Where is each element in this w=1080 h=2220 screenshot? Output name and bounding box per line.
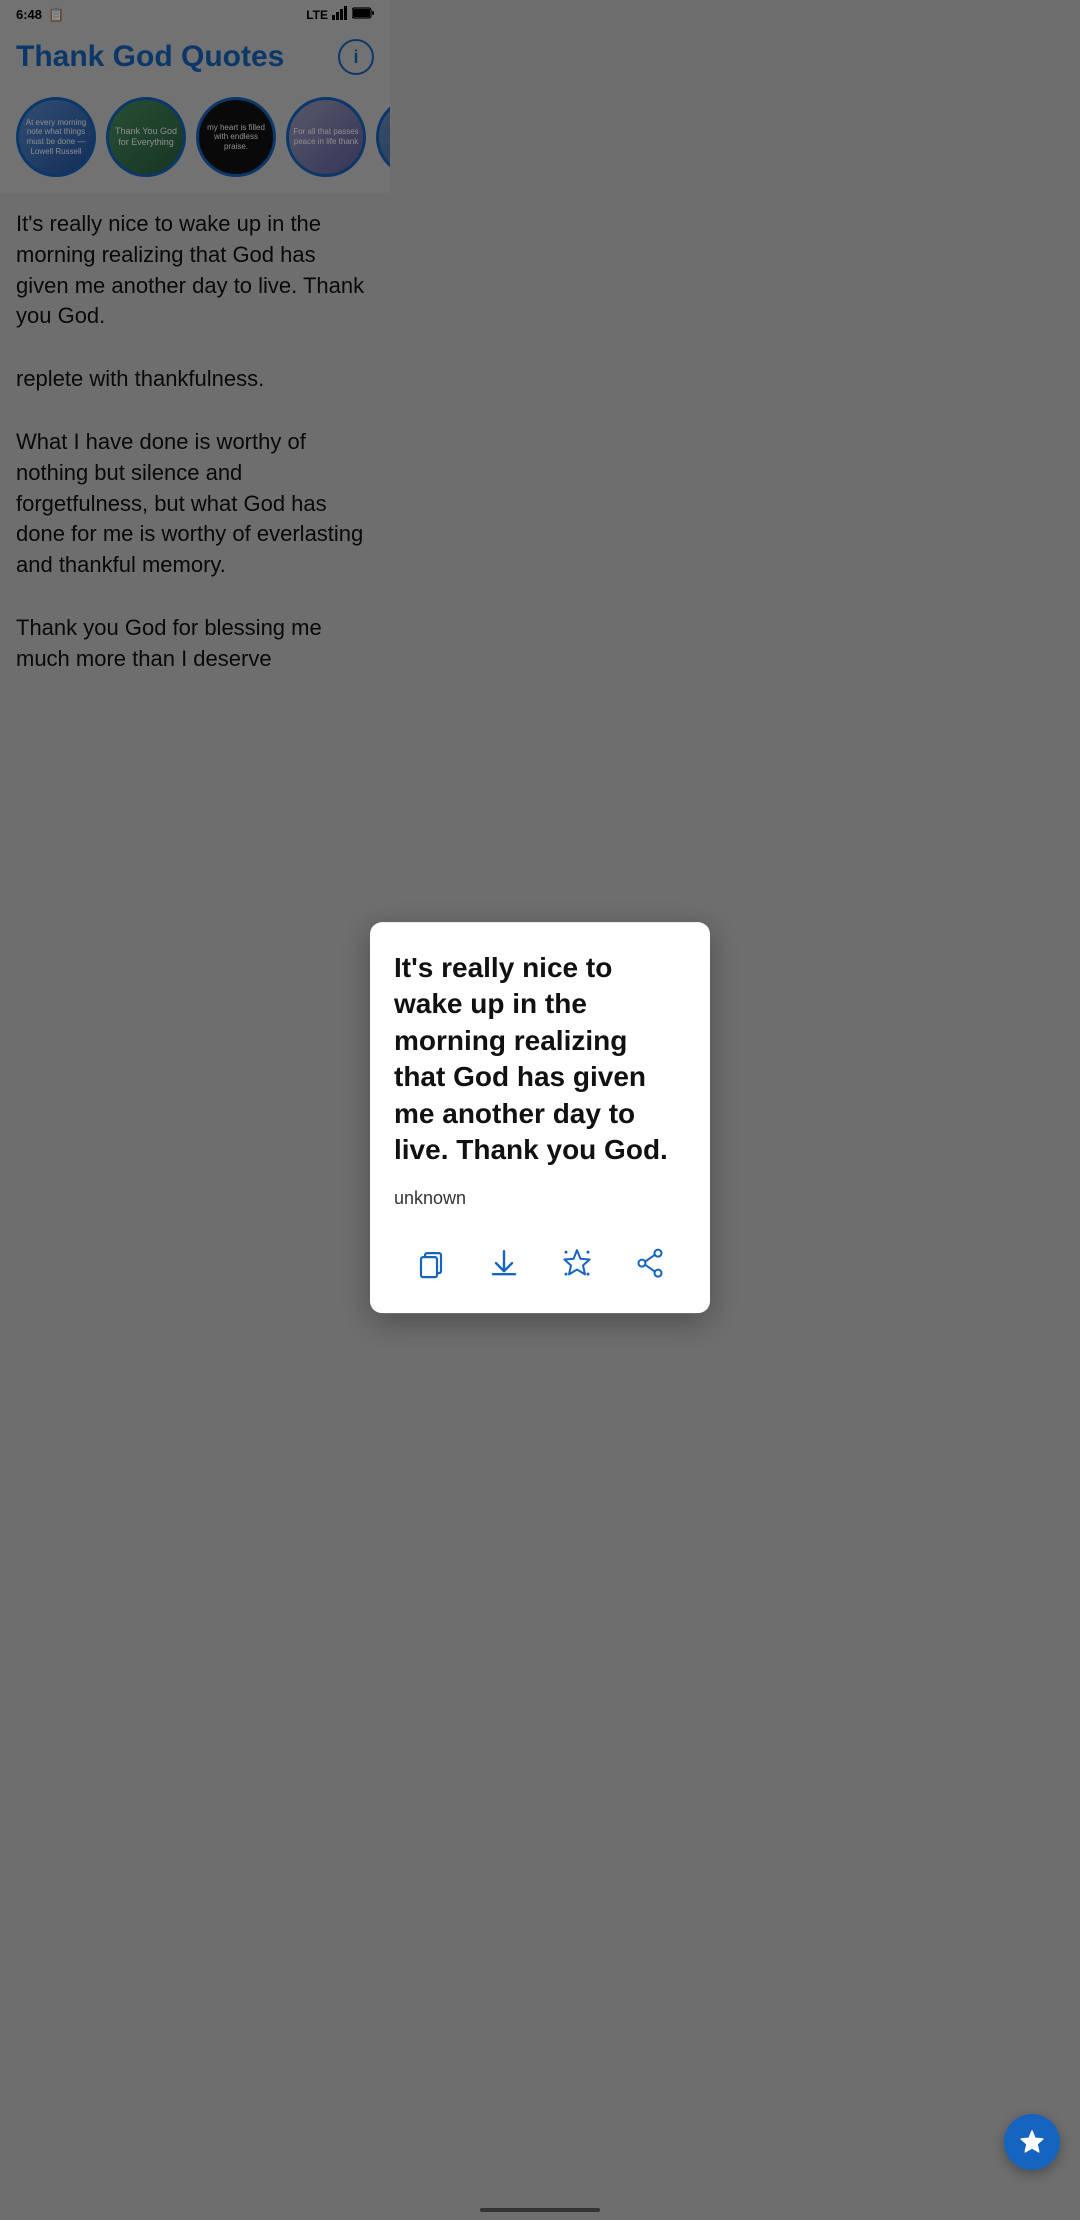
copy-icon [415,1247,447,1279]
fab-star-icon [1018,2128,1046,2156]
quote-popup: It's really nice to wake up in the morni… [370,922,710,1313]
popup-action-bar [394,1237,686,1289]
bottom-nav-indicator [480,2208,600,2212]
popup-quote-text: It's really nice to wake up in the morni… [394,950,686,1168]
favorite-button[interactable] [551,1237,603,1289]
fab-favorites[interactable] [1004,2114,1060,2170]
popup-author: unknown [394,1188,686,1209]
share-icon [634,1247,666,1279]
copy-button[interactable] [405,1237,457,1289]
download-button[interactable] [478,1237,530,1289]
download-icon [488,1247,520,1279]
star-icon [560,1246,594,1280]
share-button[interactable] [624,1237,676,1289]
